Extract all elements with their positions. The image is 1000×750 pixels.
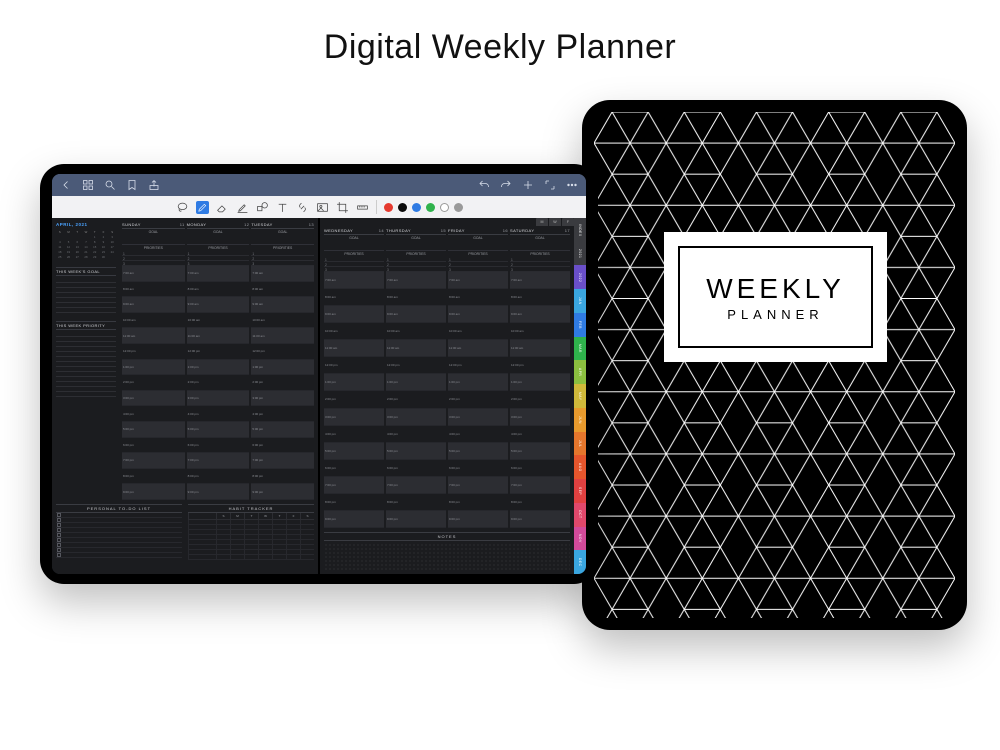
share-icon[interactable] — [148, 179, 160, 191]
planner-page-right[interactable]: MWF WEDNESDAY14GOALPRIORITIES1237:00 am8… — [319, 218, 586, 574]
side-tab[interactable]: DEC — [574, 550, 586, 574]
mini-calendar[interactable]: SMTWTFS123456789101112131415161718192021… — [56, 230, 116, 259]
todo-row[interactable] — [56, 553, 182, 558]
side-tab[interactable]: AUG — [574, 455, 586, 479]
ruler-tool-icon[interactable] — [356, 201, 369, 214]
shapes-tool-icon[interactable] — [256, 201, 269, 214]
day-column[interactable]: WEDNESDAY14GOALPRIORITIES1237:00 am8:00 … — [324, 228, 384, 528]
month-label: APRIL, 2021 — [56, 222, 116, 227]
lasso-tool-icon[interactable] — [176, 201, 189, 214]
view-tab[interactable]: W — [549, 218, 561, 226]
view-tab[interactable]: F — [562, 218, 574, 226]
cover-subtitle: PLANNER — [727, 307, 823, 322]
notes-heading: NOTES — [324, 532, 570, 541]
more-icon[interactable] — [566, 179, 578, 191]
tablet-cover: WEEKLY PLANNER — [582, 100, 967, 630]
eraser-tool-icon[interactable] — [216, 201, 229, 214]
side-tab[interactable]: FEB — [574, 313, 586, 337]
bookmark-icon[interactable] — [126, 179, 138, 191]
side-tab[interactable]: MAR — [574, 337, 586, 361]
undo-icon[interactable] — [478, 179, 490, 191]
side-tab[interactable]: NOV — [574, 527, 586, 551]
highlighter-tool-icon[interactable] — [236, 201, 249, 214]
side-tab[interactable]: JAN — [574, 289, 586, 313]
planner-pages: APRIL, 2021 SMTWTFS123456789101112131415… — [52, 218, 586, 574]
cover-title: WEEKLY — [706, 273, 845, 305]
color-swatch[interactable] — [454, 203, 463, 212]
todo-heading: PERSONAL TO-DO LIST — [56, 504, 182, 513]
add-icon[interactable] — [522, 179, 534, 191]
toolbar — [52, 196, 586, 218]
day-column[interactable]: SUNDAY11GOALPRIORITIES1237:00 am8:00 am9… — [122, 222, 185, 500]
color-swatch[interactable] — [412, 203, 421, 212]
day-column[interactable]: THURSDAY15GOALPRIORITIES1237:00 am8:00 a… — [386, 228, 446, 528]
day-column[interactable]: FRIDAY16GOALPRIORITIES1237:00 am8:00 am9… — [448, 228, 508, 528]
side-tab[interactable]: INDEX — [574, 218, 586, 242]
weeks-goal-heading: THIS WEEK'S GOAL — [56, 267, 116, 276]
pen-tool-icon[interactable] — [196, 201, 209, 214]
side-tab[interactable]: JUL — [574, 432, 586, 456]
side-tab[interactable]: APR — [574, 360, 586, 384]
side-tab[interactable]: OCT — [574, 503, 586, 527]
geometric-pattern-icon — [594, 112, 955, 618]
side-tab[interactable]: SEP — [574, 479, 586, 503]
app-bar — [52, 174, 586, 196]
link-tool-icon[interactable] — [296, 201, 309, 214]
side-tab[interactable]: 2021 — [574, 242, 586, 266]
redo-icon[interactable] — [500, 179, 512, 191]
habit-row[interactable] — [188, 555, 314, 560]
side-tab[interactable]: MAY — [574, 384, 586, 408]
color-swatch[interactable] — [440, 203, 449, 212]
grid-icon[interactable] — [82, 179, 94, 191]
habit-section: HABIT TRACKER SMTWTFS — [188, 504, 314, 570]
planner-cover: WEEKLY PLANNER — [594, 112, 955, 618]
day-column[interactable]: SATURDAY17GOALPRIORITIES1237:00 am8:00 a… — [510, 228, 570, 528]
color-swatch[interactable] — [426, 203, 435, 212]
notes-area[interactable] — [324, 543, 570, 571]
image-tool-icon[interactable] — [316, 201, 329, 214]
todo-section: PERSONAL TO-DO LIST — [56, 504, 182, 570]
day-column[interactable]: MONDAY12GOALPRIORITIES1237:00 am8:00 am9… — [187, 222, 250, 500]
page-title: Digital Weekly Planner — [0, 28, 1000, 67]
text-tool-icon[interactable] — [276, 201, 289, 214]
side-tab[interactable]: 2022 — [574, 265, 586, 289]
view-tab[interactable]: M — [536, 218, 548, 226]
crop-tool-icon[interactable] — [336, 201, 349, 214]
back-icon[interactable] — [60, 179, 72, 191]
planner-page-left[interactable]: APRIL, 2021 SMTWTFS123456789101112131415… — [52, 218, 319, 574]
day-column[interactable]: TUESDAY13GOALPRIORITIES1237:00 am8:00 am… — [251, 222, 314, 500]
search-icon[interactable] — [104, 179, 116, 191]
habit-heading: HABIT TRACKER — [188, 504, 314, 513]
tablet-app: APRIL, 2021 SMTWTFS123456789101112131415… — [40, 164, 598, 584]
side-tab[interactable]: JUN — [574, 408, 586, 432]
week-priority-heading: THIS WEEK PRIORITY — [56, 321, 116, 330]
color-swatch[interactable] — [384, 203, 393, 212]
expand-icon[interactable] — [544, 179, 556, 191]
color-swatch[interactable] — [398, 203, 407, 212]
cover-label: WEEKLY PLANNER — [664, 232, 887, 362]
toolbar-separator — [376, 200, 377, 214]
